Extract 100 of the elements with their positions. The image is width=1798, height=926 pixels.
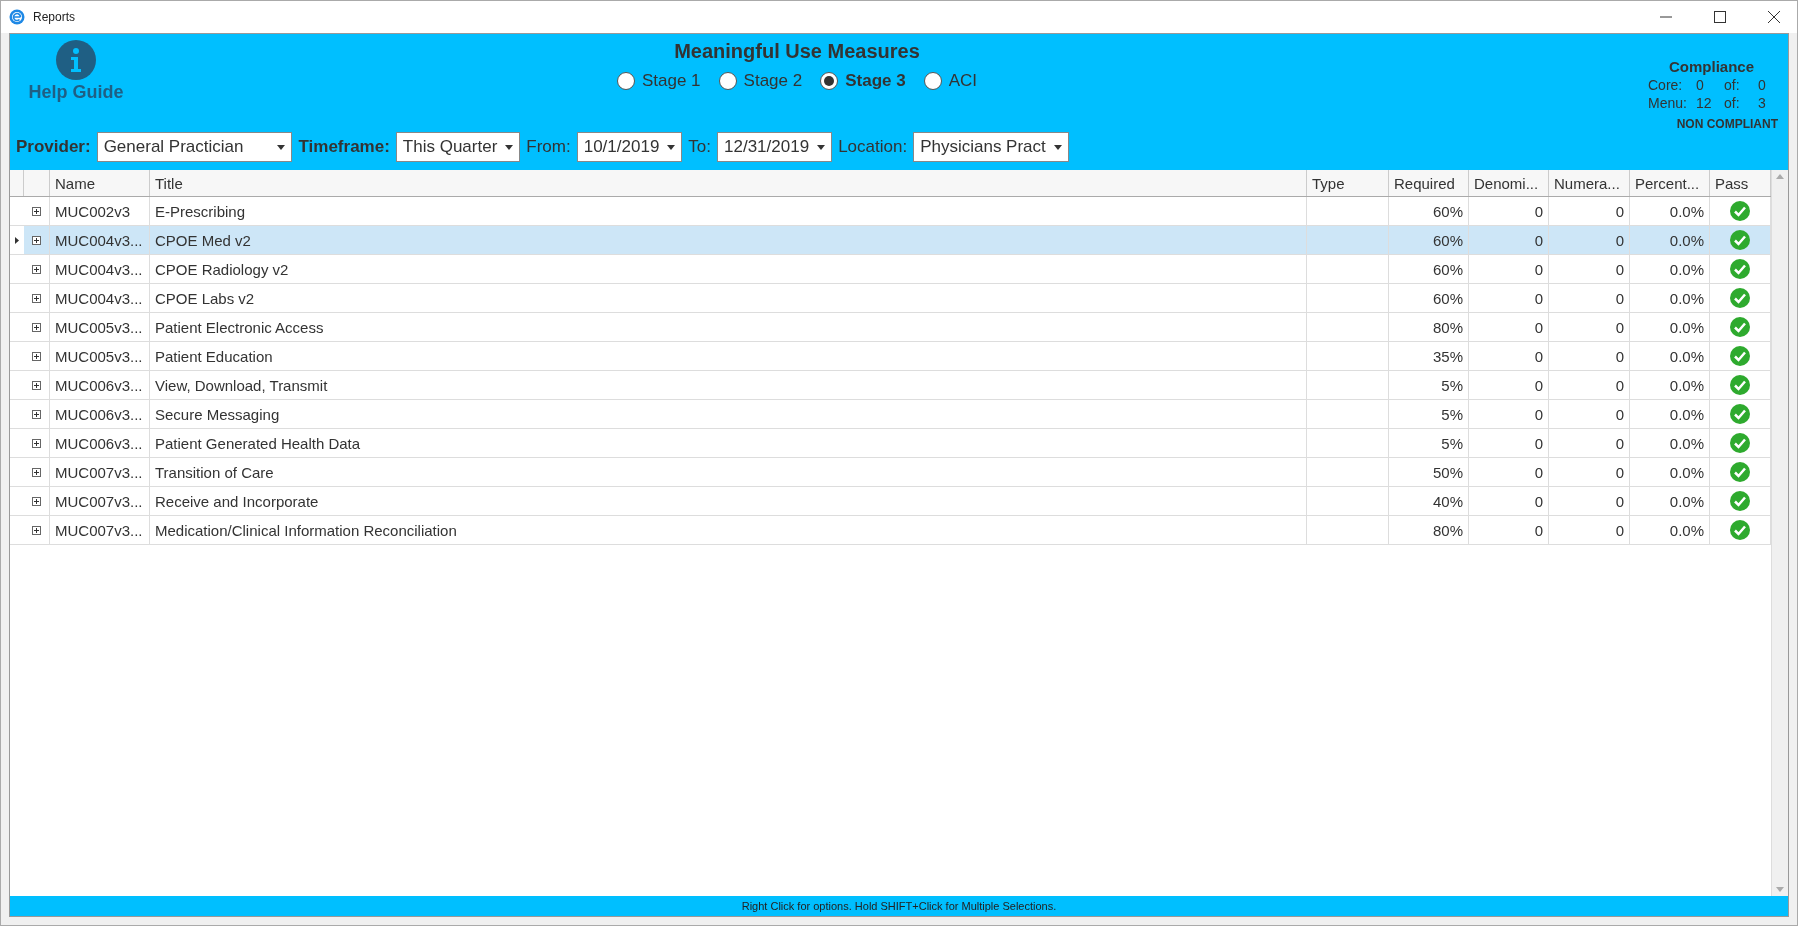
filter-label: To: (688, 137, 712, 157)
table-row[interactable]: MUC006v3... Secure Messaging 5% 0 0 0.0% (10, 400, 1771, 429)
expand-icon[interactable] (32, 235, 41, 245)
radio-circle[interactable] (923, 72, 942, 90)
table-row[interactable]: MUC004v3... CPOE Med v2 60% 0 0 0.0% (10, 226, 1771, 255)
filter-dropdown[interactable]: This Quarter (395, 132, 521, 162)
column-header[interactable]: Numera... (1549, 170, 1630, 196)
caret-icon (667, 144, 676, 150)
radio-circle[interactable] (616, 72, 635, 90)
column-header[interactable]: Type (1307, 170, 1389, 196)
table-cell: Patient Education (150, 342, 1307, 370)
stage-radio[interactable]: Stage 3 (820, 71, 906, 91)
table-cell: Transition of Care (150, 458, 1307, 486)
filter-dropdown[interactable]: General Practician (96, 132, 293, 162)
expand-icon[interactable] (32, 264, 41, 274)
filter-dropdown[interactable]: 10/1/2019 (576, 132, 683, 162)
table-cell: 0 (1549, 458, 1630, 486)
expand-icon[interactable] (32, 525, 41, 535)
table-cell: 0 (1549, 284, 1630, 312)
table-cell: 60% (1389, 284, 1469, 312)
table-row[interactable]: MUC004v3... CPOE Labs v2 60% 0 0 0.0% (10, 284, 1771, 313)
table-cell: 0.0% (1630, 284, 1710, 312)
table-cell: CPOE Radiology v2 (150, 255, 1307, 283)
radio-circle[interactable] (718, 72, 737, 90)
table-cell: MUC004v3... (50, 226, 150, 254)
stage-radio[interactable]: Stage 2 (718, 71, 803, 91)
compliance-value: 0 (1696, 77, 1705, 93)
table-row[interactable]: MUC007v3... Transition of Care 50% 0 0 0.0% (10, 458, 1771, 487)
column-header[interactable]: Name (50, 170, 150, 196)
expand-icon[interactable] (32, 409, 41, 419)
expand-icon[interactable] (32, 496, 41, 506)
table-cell: 0 (1549, 516, 1630, 544)
expand-icon[interactable] (32, 351, 41, 361)
table-cell: 0 (1549, 255, 1630, 283)
table-cell: 60% (1389, 226, 1469, 254)
table-cell: 0 (1469, 400, 1549, 428)
info-icon[interactable] (56, 40, 96, 80)
table-row[interactable]: MUC005v3... Patient Electronic Access 80% 0 0 0.0% (10, 313, 1771, 342)
table-cell: 0 (1469, 284, 1549, 312)
table-cell: 0 (1469, 429, 1549, 457)
column-header[interactable]: Denomi... (1469, 170, 1549, 196)
table-cell: 0.0% (1630, 429, 1710, 457)
table-row[interactable]: MUC004v3... CPOE Radiology v2 60% 0 0 0.0% (10, 255, 1771, 284)
table-cell: 0 (1469, 487, 1549, 515)
stage-radio[interactable]: Stage 1 (616, 71, 701, 91)
radio-circle[interactable] (820, 72, 839, 90)
table-cell: MUC002v3 (50, 197, 150, 225)
table-cell: 0 (1549, 342, 1630, 370)
status-bar: Right Click for options. Hold SHIFT+Click for Multiple Selections. (10, 896, 1788, 916)
table-cell: MUC007v3... (50, 487, 150, 515)
table-row[interactable]: MUC007v3... Receive and Incorporate 40% 0 0 0.0% (10, 487, 1771, 516)
caret-icon (277, 144, 286, 150)
table-row[interactable]: MUC007v3... Medication/Clinical Information Reconciliation 80% 0 0 0.0% (10, 516, 1771, 545)
filter-dropdown[interactable]: Physicians Pract (913, 132, 1069, 162)
table-cell: 0.0% (1630, 226, 1710, 254)
filter-label: From: (526, 137, 571, 157)
table-row[interactable]: MUC006v3... View, Download, Transmit 5% 0 0 0.0% (10, 371, 1771, 400)
table-cell: 40% (1389, 487, 1469, 515)
table-cell: 0 (1549, 197, 1630, 225)
expand-icon[interactable] (32, 467, 41, 477)
table-row[interactable]: MUC006v3... Patient Generated Health Data 5% 0 0 0.0% (10, 429, 1771, 458)
column-header[interactable]: Required (1389, 170, 1469, 196)
filter-dropdown[interactable]: 12/31/2019 (717, 132, 833, 162)
table-cell: 0 (1549, 371, 1630, 399)
table-cell: MUC006v3... (50, 429, 150, 457)
compliance-value: 3 (1758, 95, 1767, 111)
table-cell: MUC006v3... (50, 400, 150, 428)
filter-label: Timeframe: (298, 137, 390, 157)
table-cell: 0 (1469, 516, 1549, 544)
column-header[interactable]: Title (150, 170, 1307, 196)
table-cell: MUC006v3... (50, 371, 150, 399)
table-cell: 80% (1389, 516, 1469, 544)
table-cell: CPOE Labs v2 (150, 284, 1307, 312)
row-pointer-icon (15, 236, 19, 244)
table-cell: 0 (1469, 226, 1549, 254)
expand-icon[interactable] (32, 380, 41, 390)
table-row[interactable]: MUC005v3... Patient Education 35% 0 0 0.0% (10, 342, 1771, 371)
table-cell: 0 (1469, 255, 1549, 283)
table-cell: 60% (1389, 197, 1469, 225)
table-cell: 35% (1389, 342, 1469, 370)
table-cell: 0 (1549, 226, 1630, 254)
expand-icon[interactable] (32, 206, 41, 216)
expand-icon[interactable] (32, 293, 41, 303)
caret-icon (505, 144, 514, 150)
app-logo-icon (9, 9, 25, 25)
expand-icon[interactable] (32, 322, 41, 332)
table-cell: 0.0% (1630, 197, 1710, 225)
table-cell: 0.0% (1630, 400, 1710, 428)
stage-radio[interactable]: ACI (923, 71, 977, 91)
compliance-status: NON COMPLIANT (1676, 117, 1778, 131)
table-cell: 0.0% (1630, 313, 1710, 341)
table-cell: 0 (1469, 342, 1549, 370)
table-cell: CPOE Med v2 (150, 226, 1307, 254)
table-cell: 5% (1389, 429, 1469, 457)
table-row[interactable]: MUC002v3 E-Prescribing 60% 0 0 0.0% (10, 197, 1771, 226)
expand-icon[interactable] (32, 438, 41, 448)
column-header[interactable]: Percent... (1630, 170, 1710, 196)
minimize-icon (1660, 16, 1672, 18)
table-cell: 60% (1389, 255, 1469, 283)
table-cell: 0.0% (1630, 487, 1710, 515)
